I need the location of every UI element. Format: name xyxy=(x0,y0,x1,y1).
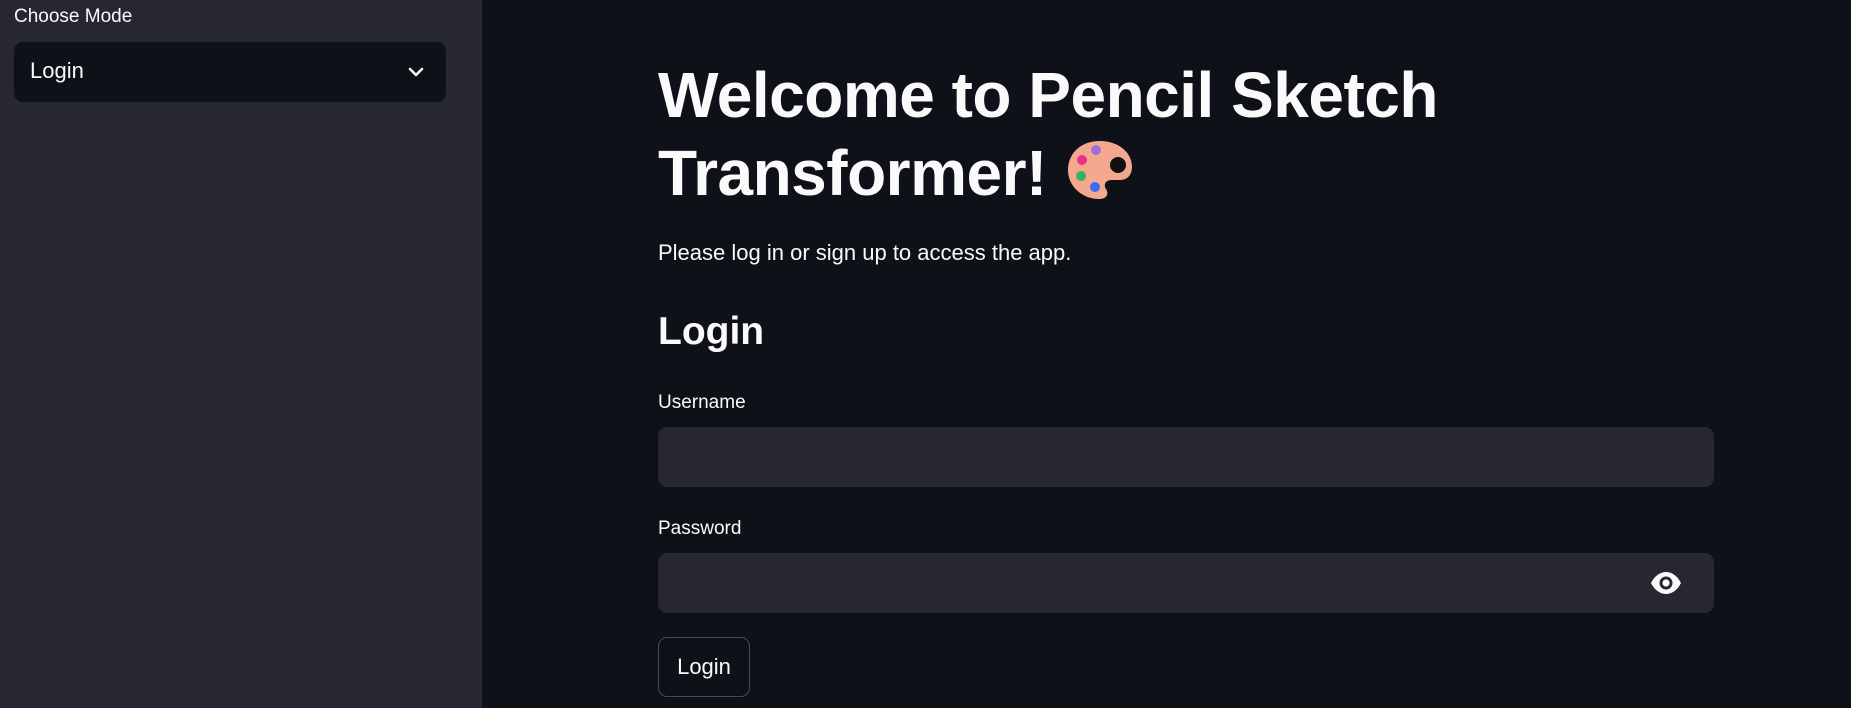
page-title-text: Welcome to Pencil Sketch Transformer! xyxy=(658,59,1438,209)
main-content: Welcome to Pencil Sketch Transformer! Pl… xyxy=(482,0,1851,708)
mode-select[interactable]: Login xyxy=(14,42,446,102)
sidebar: Choose Mode Login xyxy=(0,0,482,708)
eye-icon[interactable] xyxy=(1650,572,1682,594)
mode-select-value: Login xyxy=(30,58,84,83)
password-input[interactable] xyxy=(658,553,1714,613)
username-label: Username xyxy=(658,392,746,413)
page-title: Welcome to Pencil Sketch Transformer! xyxy=(658,56,1558,212)
artist-palette-icon xyxy=(1067,141,1132,199)
password-label: Password xyxy=(658,518,742,539)
login-heading: Login xyxy=(658,310,765,353)
app-root: Choose Mode Login Welcome to Pencil Sket… xyxy=(0,0,1851,708)
username-input[interactable] xyxy=(658,427,1714,487)
choose-mode-label: Choose Mode xyxy=(14,6,133,27)
chevron-down-icon xyxy=(408,67,424,77)
subtitle: Please log in or sign up to access the a… xyxy=(658,240,1072,265)
login-button[interactable]: Login xyxy=(658,637,750,697)
